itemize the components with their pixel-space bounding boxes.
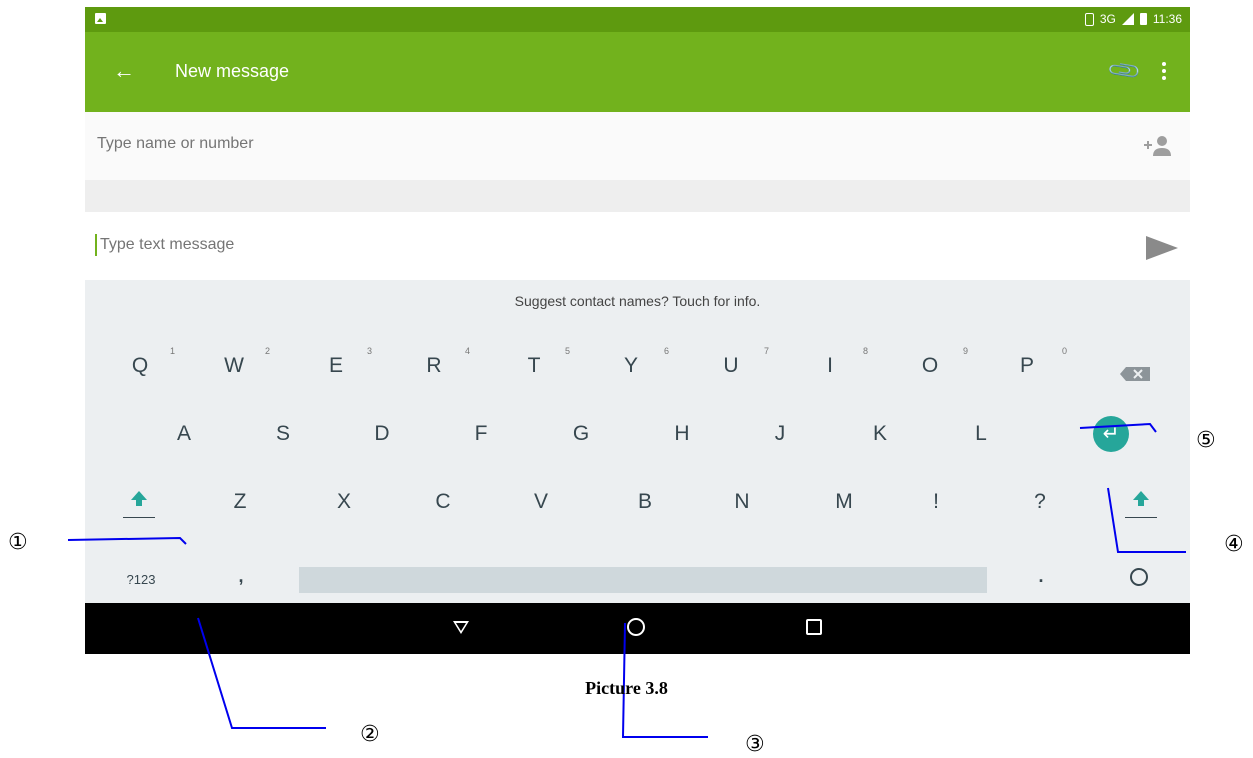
- callout-4: ④: [1224, 532, 1244, 557]
- figure-caption: Picture 3.8: [585, 678, 668, 698]
- callout-1: ①: [8, 530, 28, 555]
- callout-line-4: [1107, 487, 1186, 553]
- callout-lines: [67, 422, 1186, 738]
- callout-5: ⑤: [1196, 428, 1216, 453]
- callout-line-2: [197, 617, 326, 729]
- callout-line-5: [1079, 422, 1157, 433]
- callout-3: ③: [745, 732, 765, 757]
- callout-2: ②: [360, 722, 380, 747]
- callout-line-1: [67, 536, 187, 545]
